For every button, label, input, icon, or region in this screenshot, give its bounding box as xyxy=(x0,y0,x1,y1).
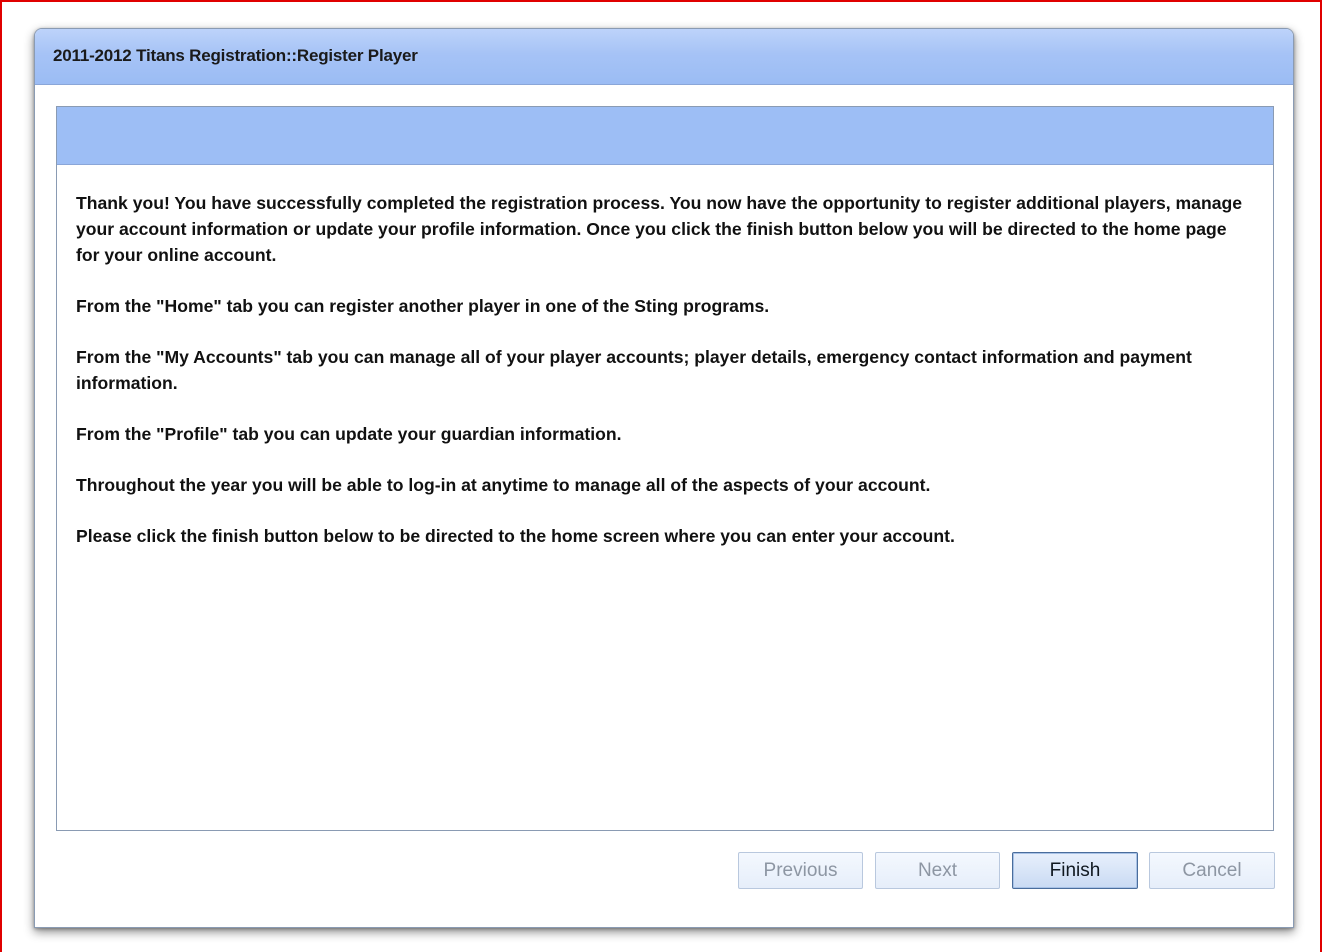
confirmation-message: Thank you! You have successfully complet… xyxy=(76,190,1246,574)
dialog-title: 2011-2012 Titans Registration::Register … xyxy=(53,46,418,65)
message-paragraph: From the "Home" tab you can register ano… xyxy=(76,296,770,316)
message-paragraph: Thank you! You have successfully complet… xyxy=(76,193,1243,265)
registration-dialog: 2011-2012 Titans Registration::Register … xyxy=(34,28,1294,928)
message-paragraph: From the "Profile" tab you can update yo… xyxy=(76,424,622,444)
cancel-button[interactable]: Cancel xyxy=(1149,852,1275,889)
dialog-titlebar: 2011-2012 Titans Registration::Register … xyxy=(35,29,1293,85)
content-panel: Thank you! You have successfully complet… xyxy=(56,106,1274,831)
finish-button[interactable]: Finish xyxy=(1012,852,1138,889)
panel-header xyxy=(57,107,1273,165)
previous-button[interactable]: Previous xyxy=(738,852,863,889)
message-paragraph: Throughout the year you will be able to … xyxy=(76,475,931,495)
next-button[interactable]: Next xyxy=(875,852,1000,889)
message-paragraph: Please click the finish button below to … xyxy=(76,526,955,546)
message-paragraph: From the "My Accounts" tab you can manag… xyxy=(76,347,1192,393)
